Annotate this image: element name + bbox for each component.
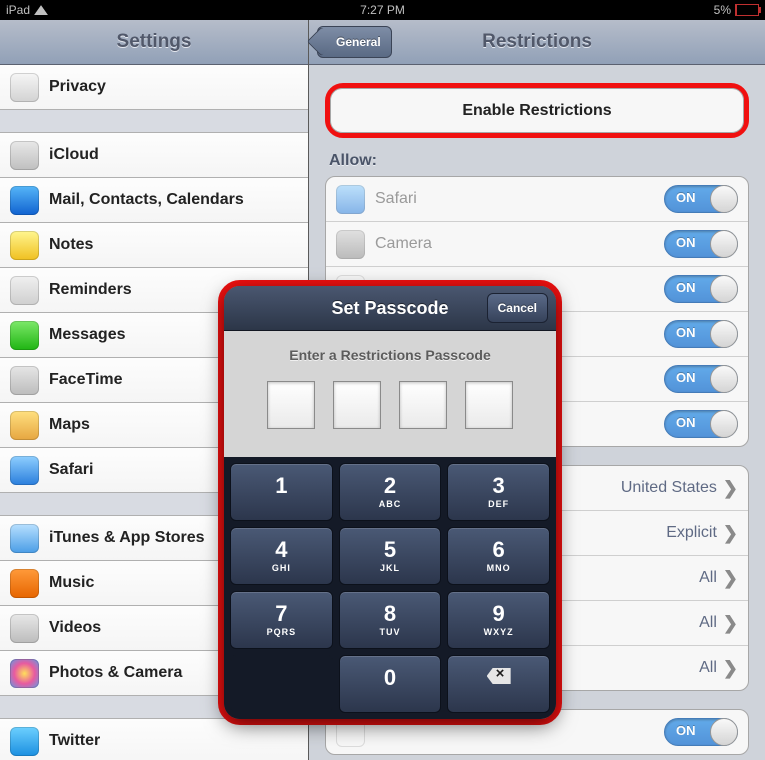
allow-row[interactable]: Safari ON (326, 177, 748, 222)
chevron-right-icon: ❯ (723, 658, 738, 679)
value-row-value: All (699, 659, 717, 677)
sidebar-item-label: Safari (49, 461, 93, 479)
passcode-digits (224, 381, 556, 429)
keypad-key-4[interactable]: 4GHI (230, 527, 333, 585)
passcode-digit-1 (267, 381, 315, 429)
sidebar-item-label: Photos & Camera (49, 664, 182, 682)
highlight-passcode-modal: Set Passcode Cancel Enter a Restrictions… (218, 280, 562, 725)
passcode-prompt: Enter a Restrictions Passcode (224, 347, 556, 363)
sidebar-item-label: Music (49, 574, 94, 592)
keypad-key-0[interactable]: 0 (339, 655, 442, 713)
chevron-right-icon: ❯ (723, 613, 738, 634)
sidebar-item-label: Videos (49, 619, 101, 637)
keypad-backspace[interactable] (447, 655, 550, 713)
keypad-key-6[interactable]: 6MNO (447, 527, 550, 585)
sidebar-item-label: Mail, Contacts, Calendars (49, 191, 244, 209)
keypad-key-3[interactable]: 3DEF (447, 463, 550, 521)
allow-row[interactable]: Camera ON (326, 222, 748, 267)
ic-music-icon (10, 569, 39, 598)
toggle-switch[interactable]: ON (664, 320, 738, 348)
sidebar-item[interactable]: iCloud (0, 133, 308, 178)
keypad-key-9[interactable]: 9WXYZ (447, 591, 550, 649)
wifi-icon (34, 5, 48, 15)
enable-restrictions-button[interactable]: Enable Restrictions (330, 88, 744, 133)
highlight-enable-restrictions: Enable Restrictions (325, 83, 749, 138)
chevron-right-icon: ❯ (723, 478, 738, 499)
toggle-switch[interactable]: ON (664, 365, 738, 393)
status-bar: iPad 7:27 PM 5% (0, 0, 765, 20)
ic-safari-icon (10, 456, 39, 485)
modal-title: Set Passcode (331, 298, 448, 319)
value-row-value: All (699, 569, 717, 587)
ic-hand-icon (10, 73, 39, 102)
keypad-key-5[interactable]: 5JKL (339, 527, 442, 585)
ic-notes-icon (10, 231, 39, 260)
sidebar-item-label: iTunes & App Stores (49, 529, 205, 547)
modal-body: Enter a Restrictions Passcode (224, 331, 556, 457)
modal-header: Set Passcode Cancel (224, 286, 556, 331)
ic-photos-icon (10, 659, 39, 688)
value-row-value: United States (621, 479, 717, 497)
toggle-switch[interactable]: ON (664, 410, 738, 438)
ic-maps-icon (10, 411, 39, 440)
back-general-button[interactable]: General (317, 26, 392, 58)
allow-section-label: Allow: (329, 152, 745, 170)
ic-msg-icon (10, 321, 39, 350)
sidebar-item[interactable]: Twitter (0, 719, 308, 760)
allow-row-label: Camera (375, 235, 432, 253)
sidebar-gap (0, 110, 308, 133)
detail-navbar: General Restrictions (309, 20, 765, 65)
sidebar-item[interactable]: Mail, Contacts, Calendars (0, 178, 308, 223)
device-name: iPad (6, 3, 30, 17)
sidebar-item-label: Messages (49, 326, 126, 344)
ic-camera-icon (336, 230, 365, 259)
ic-rem-icon (10, 276, 39, 305)
allow-row-label: Safari (375, 190, 417, 208)
ic-itunes-icon (10, 524, 39, 553)
value-row-value: Explicit (666, 524, 717, 542)
sidebar-title: Settings (117, 31, 192, 53)
value-row-value: All (699, 614, 717, 632)
keypad-blank (230, 655, 333, 713)
keypad-key-8[interactable]: 8TUV (339, 591, 442, 649)
passcode-digit-4 (465, 381, 513, 429)
sidebar-item-label: iCloud (49, 146, 99, 164)
ic-mail-icon (10, 186, 39, 215)
ic-safari-icon (336, 185, 365, 214)
toggle-switch[interactable]: ON (664, 185, 738, 213)
ic-cloud-icon (10, 141, 39, 170)
battery-icon (735, 4, 759, 16)
keypad-key-7[interactable]: 7PQRS (230, 591, 333, 649)
passcode-digit-2 (333, 381, 381, 429)
clock: 7:27 PM (360, 3, 405, 17)
cancel-button[interactable]: Cancel (487, 293, 548, 323)
sidebar-navbar: Settings (0, 20, 308, 65)
sidebar-item[interactable]: Privacy (0, 65, 308, 110)
detail-title: Restrictions (482, 31, 592, 53)
sidebar-item[interactable]: Notes (0, 223, 308, 268)
set-passcode-modal: Set Passcode Cancel Enter a Restrictions… (224, 286, 556, 719)
toggle-switch[interactable]: ON (664, 718, 738, 746)
numeric-keypad: 12ABC3DEF 4GHI5JKL6MNO 7PQRS8TUV9WXYZ0 (224, 457, 556, 719)
sidebar-item-label: Privacy (49, 78, 106, 96)
sidebar-item-label: Reminders (49, 281, 132, 299)
ic-ft-icon (10, 366, 39, 395)
sidebar-item-label: Notes (49, 236, 93, 254)
backspace-icon (487, 668, 511, 684)
passcode-digit-3 (399, 381, 447, 429)
keypad-key-1[interactable]: 1 (230, 463, 333, 521)
sidebar-item-label: Twitter (49, 732, 100, 750)
keypad-key-2[interactable]: 2ABC (339, 463, 442, 521)
ic-videos-icon (10, 614, 39, 643)
battery-percent: 5% (714, 3, 731, 17)
toggle-switch[interactable]: ON (664, 275, 738, 303)
sidebar-item-label: FaceTime (49, 371, 123, 389)
sidebar-item-label: Maps (49, 416, 90, 434)
ic-twitter-icon (10, 727, 39, 756)
chevron-right-icon: ❯ (723, 523, 738, 544)
chevron-right-icon: ❯ (723, 568, 738, 589)
toggle-switch[interactable]: ON (664, 230, 738, 258)
